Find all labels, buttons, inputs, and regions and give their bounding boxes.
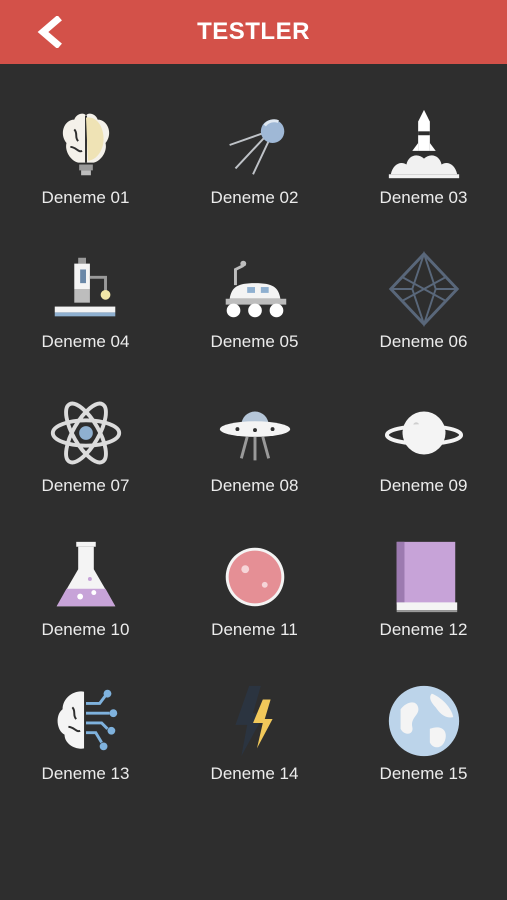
test-item-07[interactable]: Deneme 07: [1, 352, 170, 496]
flask-icon: [56, 541, 115, 607]
test-item-09[interactable]: Deneme 09: [339, 352, 507, 496]
microscope-icon: [54, 257, 115, 317]
test-label: Deneme 12: [379, 620, 468, 639]
test-label: Deneme 06: [379, 332, 468, 351]
page-title: TESTLER: [197, 18, 310, 45]
test-item-15[interactable]: Deneme 15: [339, 640, 507, 784]
brain-bulb-icon: [62, 113, 109, 176]
test-item-05[interactable]: Deneme 05: [170, 208, 339, 352]
chevron-left-icon: [37, 16, 62, 48]
test-label: Deneme 05: [210, 332, 299, 351]
test-item-06[interactable]: Deneme 06: [339, 208, 507, 352]
ringed-planet-icon: [384, 411, 463, 455]
globe-icon: [388, 685, 459, 757]
test-item-10[interactable]: Deneme 10: [1, 496, 170, 640]
planet-icon: [225, 547, 284, 607]
ai-brain-icon: [57, 689, 117, 751]
test-label: Deneme 07: [41, 476, 130, 495]
test-label: Deneme 01: [41, 188, 130, 207]
test-label: Deneme 04: [41, 332, 130, 351]
test-label: Deneme 03: [379, 188, 468, 207]
back-button[interactable]: [30, 14, 70, 50]
atom-icon: [50, 401, 121, 465]
test-item-14[interactable]: Deneme 14: [170, 640, 339, 784]
rover-icon: [225, 260, 286, 318]
test-item-03[interactable]: Deneme 03: [339, 64, 507, 208]
test-label: Deneme 13: [41, 764, 130, 783]
test-label: Deneme 14: [210, 764, 299, 783]
test-label: Deneme 15: [379, 764, 468, 783]
ufo-icon: [219, 411, 290, 461]
test-item-13[interactable]: Deneme 13: [1, 640, 170, 784]
top-bar: TESTLER: [0, 0, 507, 64]
test-item-02[interactable]: Deneme 02: [170, 64, 339, 208]
test-item-01[interactable]: Deneme 01: [1, 64, 170, 208]
test-label: Deneme 09: [379, 476, 468, 495]
test-label: Deneme 02: [210, 188, 299, 207]
test-item-11[interactable]: Deneme 11: [170, 496, 339, 640]
lightning-icon: [234, 685, 273, 757]
test-label: Deneme 11: [211, 620, 298, 639]
rocket-launch-icon: [388, 109, 459, 179]
book-icon: [396, 541, 457, 613]
satellite-icon: [228, 119, 284, 175]
test-label: Deneme 08: [210, 476, 299, 495]
test-item-08[interactable]: Deneme 08: [170, 352, 339, 496]
crystal-icon: [388, 250, 459, 328]
test-label: Deneme 10: [41, 620, 130, 639]
test-item-04[interactable]: Deneme 04: [1, 208, 170, 352]
test-item-12[interactable]: Deneme 12: [339, 496, 507, 640]
